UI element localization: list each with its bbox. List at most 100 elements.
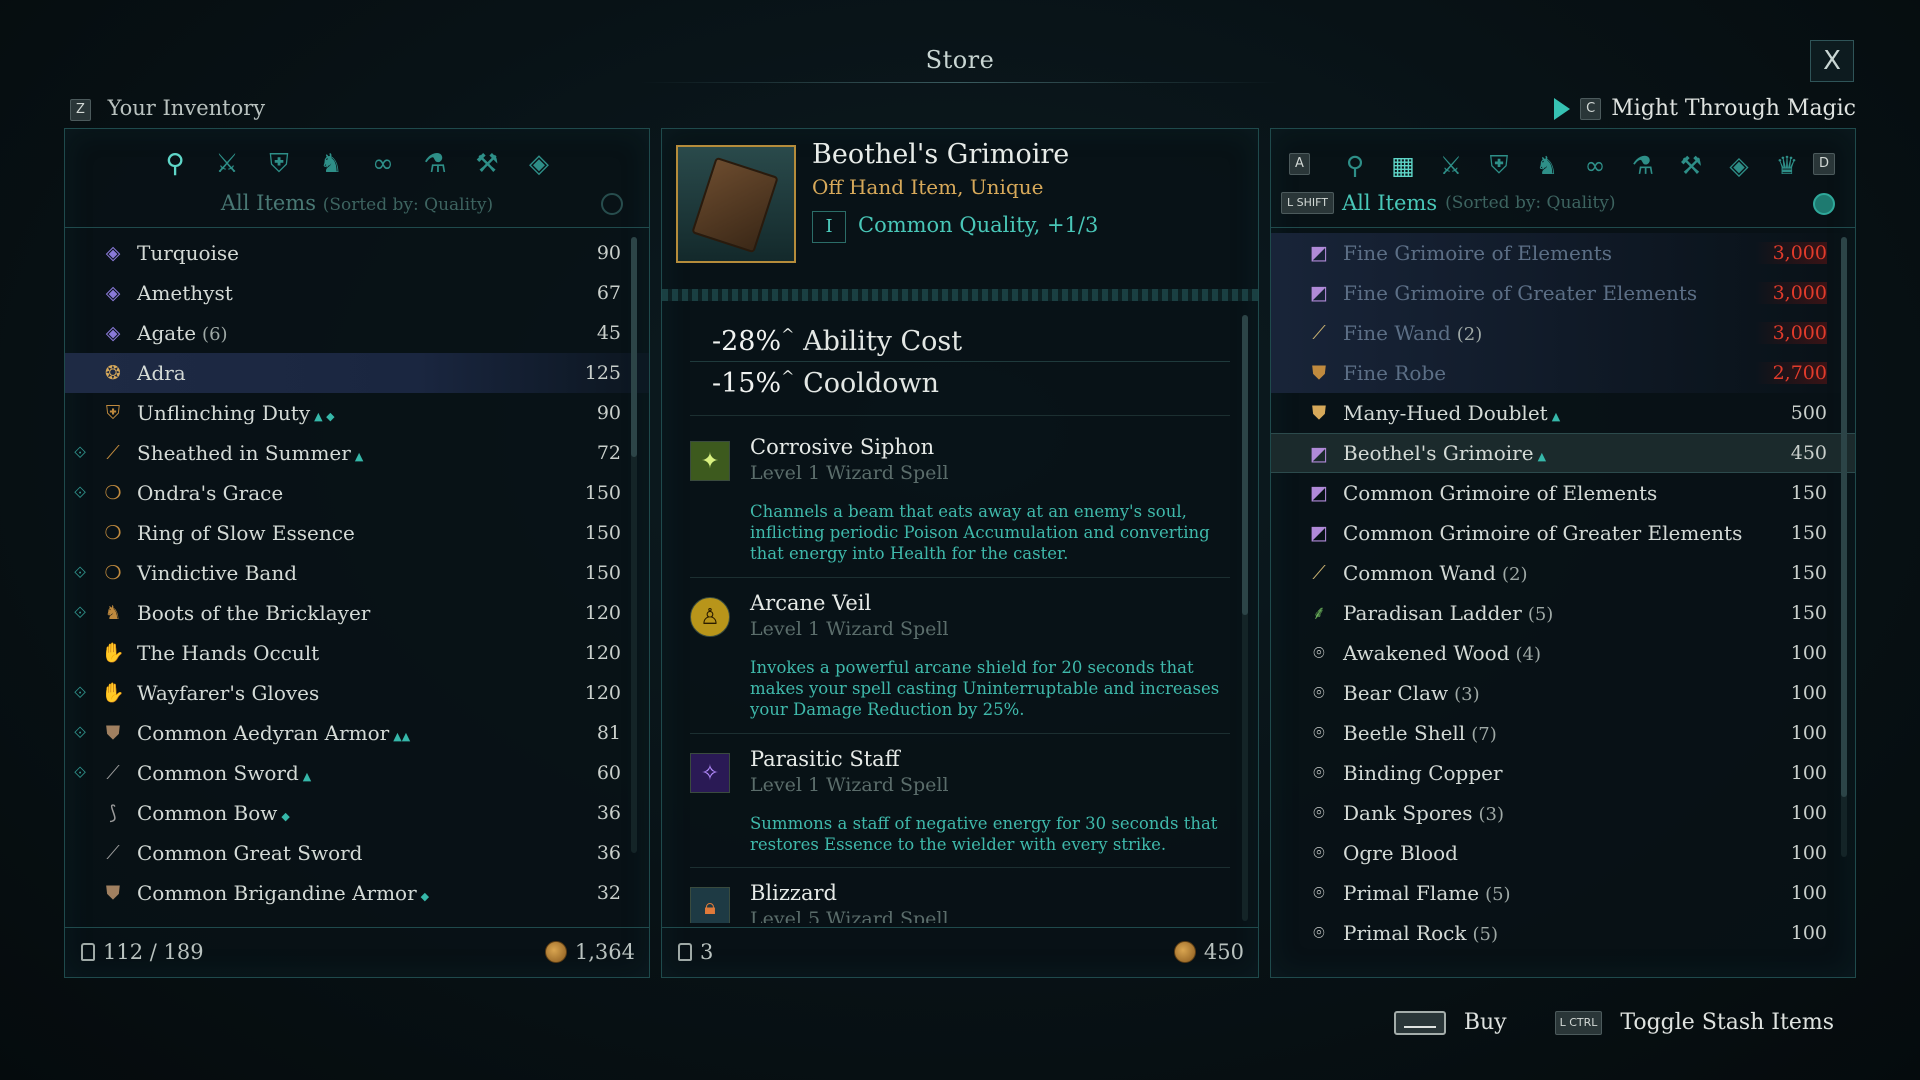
- item-thumbnail: [676, 145, 796, 263]
- top-bar: Store X Z Your Inventory C Might Through…: [0, 0, 1920, 121]
- bag-icon[interactable]: ⚲: [1335, 145, 1375, 185]
- equipped-marker-icon: ⟐: [73, 603, 87, 622]
- list-item[interactable]: ⟋ Common Wand (2) 150: [1271, 553, 1855, 593]
- quality-tag: ◆: [281, 810, 290, 823]
- list-item[interactable]: ⛨ Unflinching Duty ▲ ◆ 90: [65, 393, 649, 433]
- list-item[interactable]: ⛊ Fine Robe 2,700: [1271, 353, 1855, 393]
- boots-icon[interactable]: ♞: [1527, 145, 1567, 185]
- list-item[interactable]: ⌾ Dank Spores (3) 100: [1271, 793, 1855, 833]
- sort-toggle-icon[interactable]: [1813, 193, 1835, 215]
- list-item[interactable]: ⟐ ⟋ Common Sword ▲ 60: [65, 753, 649, 793]
- list-item[interactable]: ⟐ ⟋ Sheathed in Summer ▲ 72: [65, 433, 649, 473]
- item-name: Sheathed in Summer: [137, 441, 351, 465]
- list-item[interactable]: ◈ Turquoise 90: [65, 233, 649, 273]
- dagger-icon: ⟋: [106, 442, 120, 464]
- inventory-list: ◈ Turquoise 90 ◈ Amethyst 67 ◈ Agate (6) 45 ❂ Adra 1…: [65, 233, 649, 1033]
- armor-icon[interactable]: ⛨: [260, 145, 298, 183]
- list-item[interactable]: ◩ Fine Grimoire of Greater Elements 3,000: [1271, 273, 1855, 313]
- anvil-icon[interactable]: ⚒: [1671, 145, 1711, 185]
- spell-desc: Summons a staff of negative energy for 3…: [750, 814, 1218, 854]
- consumables-icon[interactable]: ⚗: [416, 145, 454, 183]
- list-item[interactable]: ⟋ Fine Wand (2) 3,000: [1271, 313, 1855, 353]
- list-item[interactable]: ⟐ ❍ Ondra's Grace 150: [65, 473, 649, 513]
- anvil-icon[interactable]: ⚒: [468, 145, 506, 183]
- spell-arcane-veil[interactable]: ♙ Arcane Veil Level 1 Wizard Spell Invok…: [690, 591, 1230, 741]
- wand-icon: ⟋: [1312, 322, 1326, 344]
- item-value: 150: [584, 482, 621, 504]
- list-item[interactable]: ⌾ Primal Flame (5) 100: [1271, 873, 1855, 913]
- armor-icon[interactable]: ⛨: [1479, 145, 1519, 185]
- boots-icon[interactable]: ♞: [312, 145, 350, 183]
- item-name: Vindictive Band: [137, 561, 297, 585]
- shift-key: L SHIFT: [1281, 192, 1334, 214]
- shield-icon: ⛨: [105, 402, 121, 424]
- consumables-icon[interactable]: ⚗: [1623, 145, 1663, 185]
- list-item[interactable]: ⌾ Bear Claw (3) 100: [1271, 673, 1855, 713]
- item-count: (3): [1478, 804, 1505, 825]
- rings-icon[interactable]: ∞: [1575, 145, 1615, 185]
- adra-icon: ❂: [105, 362, 121, 384]
- list-item[interactable]: ◩ Common Grimoire of Elements 150: [1271, 473, 1855, 513]
- list-item[interactable]: ⌾ Binding Copper 100: [1271, 753, 1855, 793]
- item-value: 150: [1790, 482, 1827, 504]
- sort-toggle-icon[interactable]: [601, 193, 623, 215]
- material-icon: ⌾: [1313, 722, 1325, 744]
- vendor-scrollbar[interactable]: [1841, 237, 1847, 857]
- spell-blizzard[interactable]: 🔒︎ Blizzard Level 5 Wizard Spell: [690, 881, 1230, 923]
- gem-icon[interactable]: ◈: [520, 145, 558, 183]
- spell-corrosive-siphon[interactable]: ✦ Corrosive Siphon Level 1 Wizard Spell …: [690, 435, 1230, 585]
- buy-button[interactable]: Buy: [1464, 1010, 1507, 1035]
- detail-scrollbar[interactable]: [1242, 315, 1248, 921]
- item-name: Ogre Blood: [1343, 841, 1458, 865]
- prev-tab-key[interactable]: A: [1289, 153, 1310, 175]
- item-name: Fine Wand: [1343, 321, 1451, 345]
- spell-name: Parasitic Staff: [750, 747, 900, 771]
- inventory-sort[interactable]: All Items (Sorted by: Quality): [65, 191, 649, 215]
- quality-tag: ▲: [354, 450, 364, 463]
- spell-level: Level 5 Wizard Spell: [750, 908, 949, 923]
- close-button[interactable]: X: [1810, 40, 1854, 82]
- vendor-header[interactable]: C Might Through Magic: [1554, 96, 1856, 121]
- next-tab-key[interactable]: D: [1812, 153, 1835, 175]
- list-item[interactable]: ⟆ Common Bow ◆ 36: [65, 793, 649, 833]
- vendor-key: C: [1580, 97, 1602, 120]
- list-item[interactable]: ◈ Amethyst 67: [65, 273, 649, 313]
- crown-icon[interactable]: ♛: [1767, 145, 1807, 185]
- robe-icon: ⛊: [1311, 362, 1327, 384]
- list-item[interactable]: ⌾ Awakened Wood (4) 100: [1271, 633, 1855, 673]
- list-item[interactable]: ⌾ Beetle Shell (7) 100: [1271, 713, 1855, 753]
- list-item[interactable]: ⟋ Common Great Sword 36: [65, 833, 649, 873]
- toggle-stash-button[interactable]: Toggle Stash Items: [1620, 1010, 1834, 1035]
- item-name: Fine Grimoire of Elements: [1343, 241, 1613, 265]
- bag-icon[interactable]: ⚲: [156, 145, 194, 183]
- item-count: (2): [1456, 324, 1483, 345]
- list-item[interactable]: ⌾ Primal Rock (5) 100: [1271, 913, 1855, 943]
- rings-icon[interactable]: ∞: [364, 145, 402, 183]
- list-item[interactable]: ⟐ ❍ Vindictive Band 150: [65, 553, 649, 593]
- list-item[interactable]: ⛊ Many-Hued Doublet ▲ 500: [1271, 393, 1855, 433]
- chest-icon[interactable]: ▦: [1383, 145, 1423, 185]
- list-item[interactable]: ⟐ ♞ Boots of the Bricklayer 120: [65, 593, 649, 633]
- list-item[interactable]: ✋ The Hands Occult 120: [65, 633, 649, 673]
- list-item[interactable]: ◩ Beothel's Grimoire ▲ 450: [1271, 433, 1855, 473]
- item-count: (5): [1472, 924, 1498, 943]
- gem-icon[interactable]: ◈: [1719, 145, 1759, 185]
- weapons-icon[interactable]: ⚔: [208, 145, 246, 183]
- list-item[interactable]: ❂ Adra 125: [65, 353, 649, 393]
- list-item[interactable]: ⛊ Common Brigandine Armor ◆ 32: [65, 873, 649, 913]
- armor-icon: ⛊: [105, 882, 121, 904]
- list-item[interactable]: ⌾ Ogre Blood 100: [1271, 833, 1855, 873]
- vendor-sort[interactable]: L SHIFT All Items (Sorted by: Quality): [1281, 191, 1616, 215]
- list-item[interactable]: ⟐ ✋ Wayfarer's Gloves 120: [65, 673, 649, 713]
- list-item[interactable]: ◩ Fine Grimoire of Elements 3,000: [1271, 233, 1855, 273]
- ring-icon: ❍: [104, 522, 122, 544]
- list-item[interactable]: ◈ Agate (6) 45: [65, 313, 649, 353]
- list-item[interactable]: ⟐ ⛊ Common Aedyran Armor ▲▲ 81: [65, 713, 649, 753]
- list-item[interactable]: ⸙ Paradisan Ladder (5) 150: [1271, 593, 1855, 633]
- list-item[interactable]: ❍ Ring of Slow Essence 150: [65, 513, 649, 553]
- item-value: 2,700: [1754, 362, 1827, 384]
- weapons-icon[interactable]: ⚔: [1431, 145, 1471, 185]
- inventory-scrollbar[interactable]: [631, 237, 637, 853]
- list-item[interactable]: ◩ Common Grimoire of Greater Elements 150: [1271, 513, 1855, 553]
- spell-parasitic-staff[interactable]: ✧ Parasitic Staff Level 1 Wizard Spell S…: [690, 747, 1230, 877]
